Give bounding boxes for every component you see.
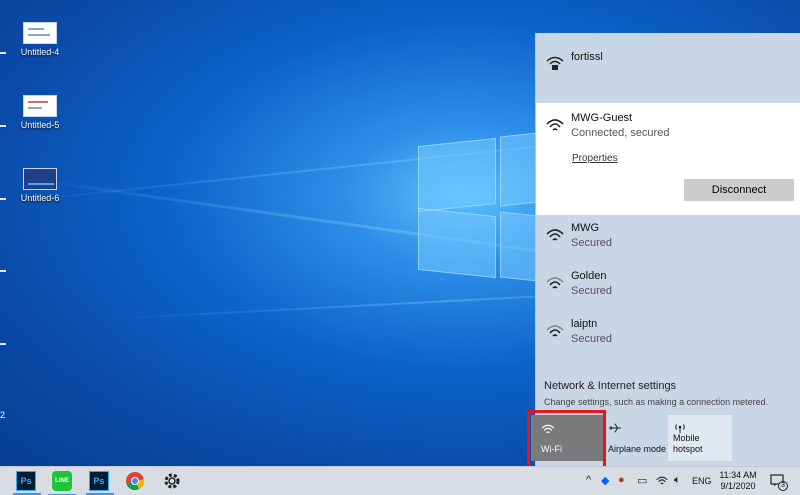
desktop-icon-label: Untitled-6 — [20, 193, 60, 203]
dropbox-icon[interactable]: ◆ — [601, 474, 609, 487]
desktop-icon-label: Untitled-4 — [20, 47, 60, 57]
edge-marker — [0, 198, 6, 200]
desktop-icon-label: Untitled-5 — [20, 120, 60, 130]
network-item-mwg[interactable]: MWG Secured — [536, 217, 800, 265]
system-clock[interactable]: 11:34 AM 9/1/2020 — [717, 470, 759, 492]
mobile-hotspot-tile[interactable]: Mobile hotspot — [668, 415, 732, 461]
sync-status-icon[interactable]: ● — [618, 474, 625, 486]
network-item-mwg-guest[interactable]: MWG-Guest Connected, secured Properties … — [536, 103, 800, 215]
wifi-icon — [546, 229, 564, 241]
file-thumbnail-icon — [23, 95, 57, 117]
network-item-laiptn[interactable]: laiptn Secured — [536, 313, 800, 361]
network-status: Secured — [571, 237, 612, 249]
taskbar-app-photoshop[interactable]: Ps — [13, 471, 41, 495]
network-flyout: fortissl MWG-Guest Connected, secured Pr… — [531, 33, 800, 466]
network-item-golden[interactable]: Golden Secured — [536, 265, 800, 313]
clock-time: 11:34 AM — [719, 470, 757, 480]
wifi-icon — [546, 119, 564, 131]
chrome-icon[interactable] — [125, 471, 145, 491]
edge-marker — [0, 125, 6, 127]
file-thumbnail-icon — [23, 22, 57, 44]
tile-label: Mobile hotspot — [673, 433, 703, 454]
settings-gear-icon[interactable] — [162, 471, 182, 491]
wifi-weak-icon — [546, 277, 564, 289]
network-name: Golden — [571, 270, 607, 282]
desktop-icon-untitled-4[interactable]: Untitled-4 — [13, 22, 67, 57]
edge-marker — [0, 270, 6, 272]
desktop-icon-untitled-5[interactable]: Untitled-5 — [13, 95, 67, 130]
network-status: Secured — [571, 285, 612, 297]
network-name: MWG-Guest — [571, 112, 633, 124]
highlight-annotation — [527, 410, 606, 470]
network-name: laiptn — [571, 318, 598, 330]
taskbar-app-line[interactable]: LINE — [48, 471, 76, 495]
network-settings-link[interactable]: Network & Internet settings — [544, 380, 676, 392]
network-name: fortissl — [571, 51, 603, 63]
network-status: Secured — [571, 333, 612, 345]
volume-icon[interactable]: 🔈︎ — [674, 474, 681, 487]
airplane-icon — [609, 423, 621, 433]
wifi-secured-icon — [546, 56, 564, 70]
edge-marker — [0, 343, 6, 345]
tile-label: Airplane mode — [608, 444, 667, 454]
file-thumbnail-icon — [23, 168, 57, 190]
chevron-up-icon[interactable]: ^ — [586, 474, 591, 486]
properties-link[interactable]: Properties — [572, 153, 618, 164]
disconnect-button[interactable]: Disconnect — [684, 179, 794, 201]
network-status: Connected, secured — [571, 127, 670, 139]
network-name: MWG — [571, 222, 600, 234]
network-item-fortissl[interactable]: fortissl — [536, 33, 800, 101]
network-settings-description: Change settings, such as making a connec… — [544, 397, 769, 407]
wifi-weak-icon — [546, 325, 564, 337]
taskbar-app-photoshop[interactable]: Ps — [86, 471, 114, 495]
notification-count-badge: 3 — [778, 481, 788, 491]
clock-date: 9/1/2020 — [720, 481, 756, 491]
input-language[interactable]: ENG — [692, 476, 712, 486]
airplane-mode-tile[interactable]: Airplane mode — [603, 415, 667, 461]
battery-icon[interactable]: ▭ — [637, 474, 647, 487]
wifi-tray-icon[interactable] — [656, 475, 668, 486]
edge-marker — [0, 52, 6, 54]
edge-label: 2 — [0, 410, 6, 420]
desktop-icon-untitled-6[interactable]: Untitled-6 — [13, 168, 67, 203]
notification-center-button[interactable]: 3 — [770, 473, 788, 491]
taskbar: Ps LINE Ps ^ ◆ ● ▭ 🔈︎ ENG 11:34 AM 9/1/2… — [0, 466, 800, 495]
